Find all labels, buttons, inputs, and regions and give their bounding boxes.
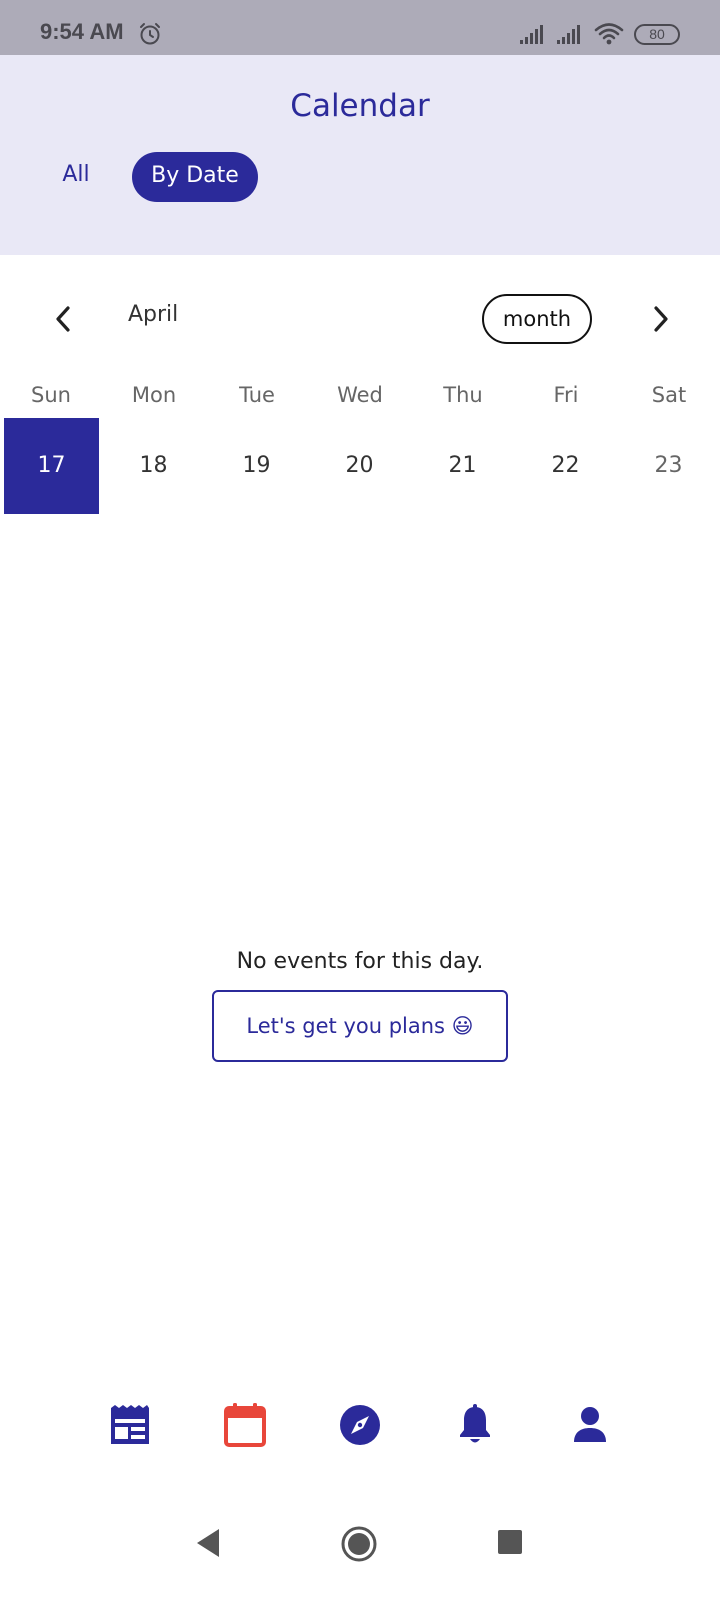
get-plans-button[interactable]: Let's get you plans 😃 [212,990,508,1062]
empty-state-message: No events for this day. [236,949,484,974]
home-icon[interactable] [340,1525,378,1563]
tab-by-date[interactable]: By Date [132,152,258,202]
nav-item-news[interactable] [100,1395,160,1455]
tab-all[interactable]: All [40,152,112,198]
weekday-label: Fri [553,383,579,407]
month-label: April [128,302,179,327]
calendar-icon [224,1403,266,1447]
status-time: 9:54 AM [40,19,124,44]
chevron-right-icon[interactable] [646,303,674,335]
nav-item-explore[interactable] [330,1395,390,1455]
page-title: Calendar [290,88,430,124]
date-cell[interactable]: 21 [415,418,510,514]
weekday-label: Thu [443,383,483,407]
header: Calendar All By Date [0,55,720,255]
weekday-header-row: Sun Mon Tue Wed Thu Fri Sat [0,383,720,413]
date-cell[interactable]: 19 [209,418,304,514]
week-dates-row: 17 18 19 20 21 22 23 [0,418,720,514]
date-cell[interactable]: 22 [518,418,613,514]
bottom-nav [0,1395,720,1455]
wifi-icon [594,23,624,45]
weekday-label: Mon [131,383,177,407]
date-cell[interactable]: 23 [621,418,716,514]
bell-icon [460,1404,490,1443]
date-cell[interactable]: 20 [312,418,407,514]
news-icon [111,1405,149,1444]
recents-icon[interactable] [494,1525,526,1561]
nav-item-calendar[interactable] [215,1395,275,1455]
date-cell-selected[interactable]: 17 [4,418,99,514]
system-nav-bar [0,1525,720,1580]
weekday-label: Tue [239,383,275,407]
cell-signal-icon [520,25,543,44]
back-icon[interactable] [193,1525,225,1561]
profile-icon [574,1407,606,1442]
weekday-label: Wed [337,383,383,407]
cell-signal-icon [557,25,580,44]
status-bar: 9:54 AM 80 [0,0,720,55]
weekday-label: Sun [31,383,71,407]
alarm-icon [140,23,160,45]
nav-item-profile[interactable] [560,1395,620,1455]
chevron-left-icon[interactable] [50,303,78,335]
weekday-label: Sat [651,383,687,407]
date-cell[interactable]: 18 [106,418,201,514]
view-toggle-button[interactable]: month [482,294,592,344]
compass-icon [340,1405,380,1445]
battery-indicator: 80 [634,24,680,45]
nav-item-notifications[interactable] [445,1395,505,1455]
